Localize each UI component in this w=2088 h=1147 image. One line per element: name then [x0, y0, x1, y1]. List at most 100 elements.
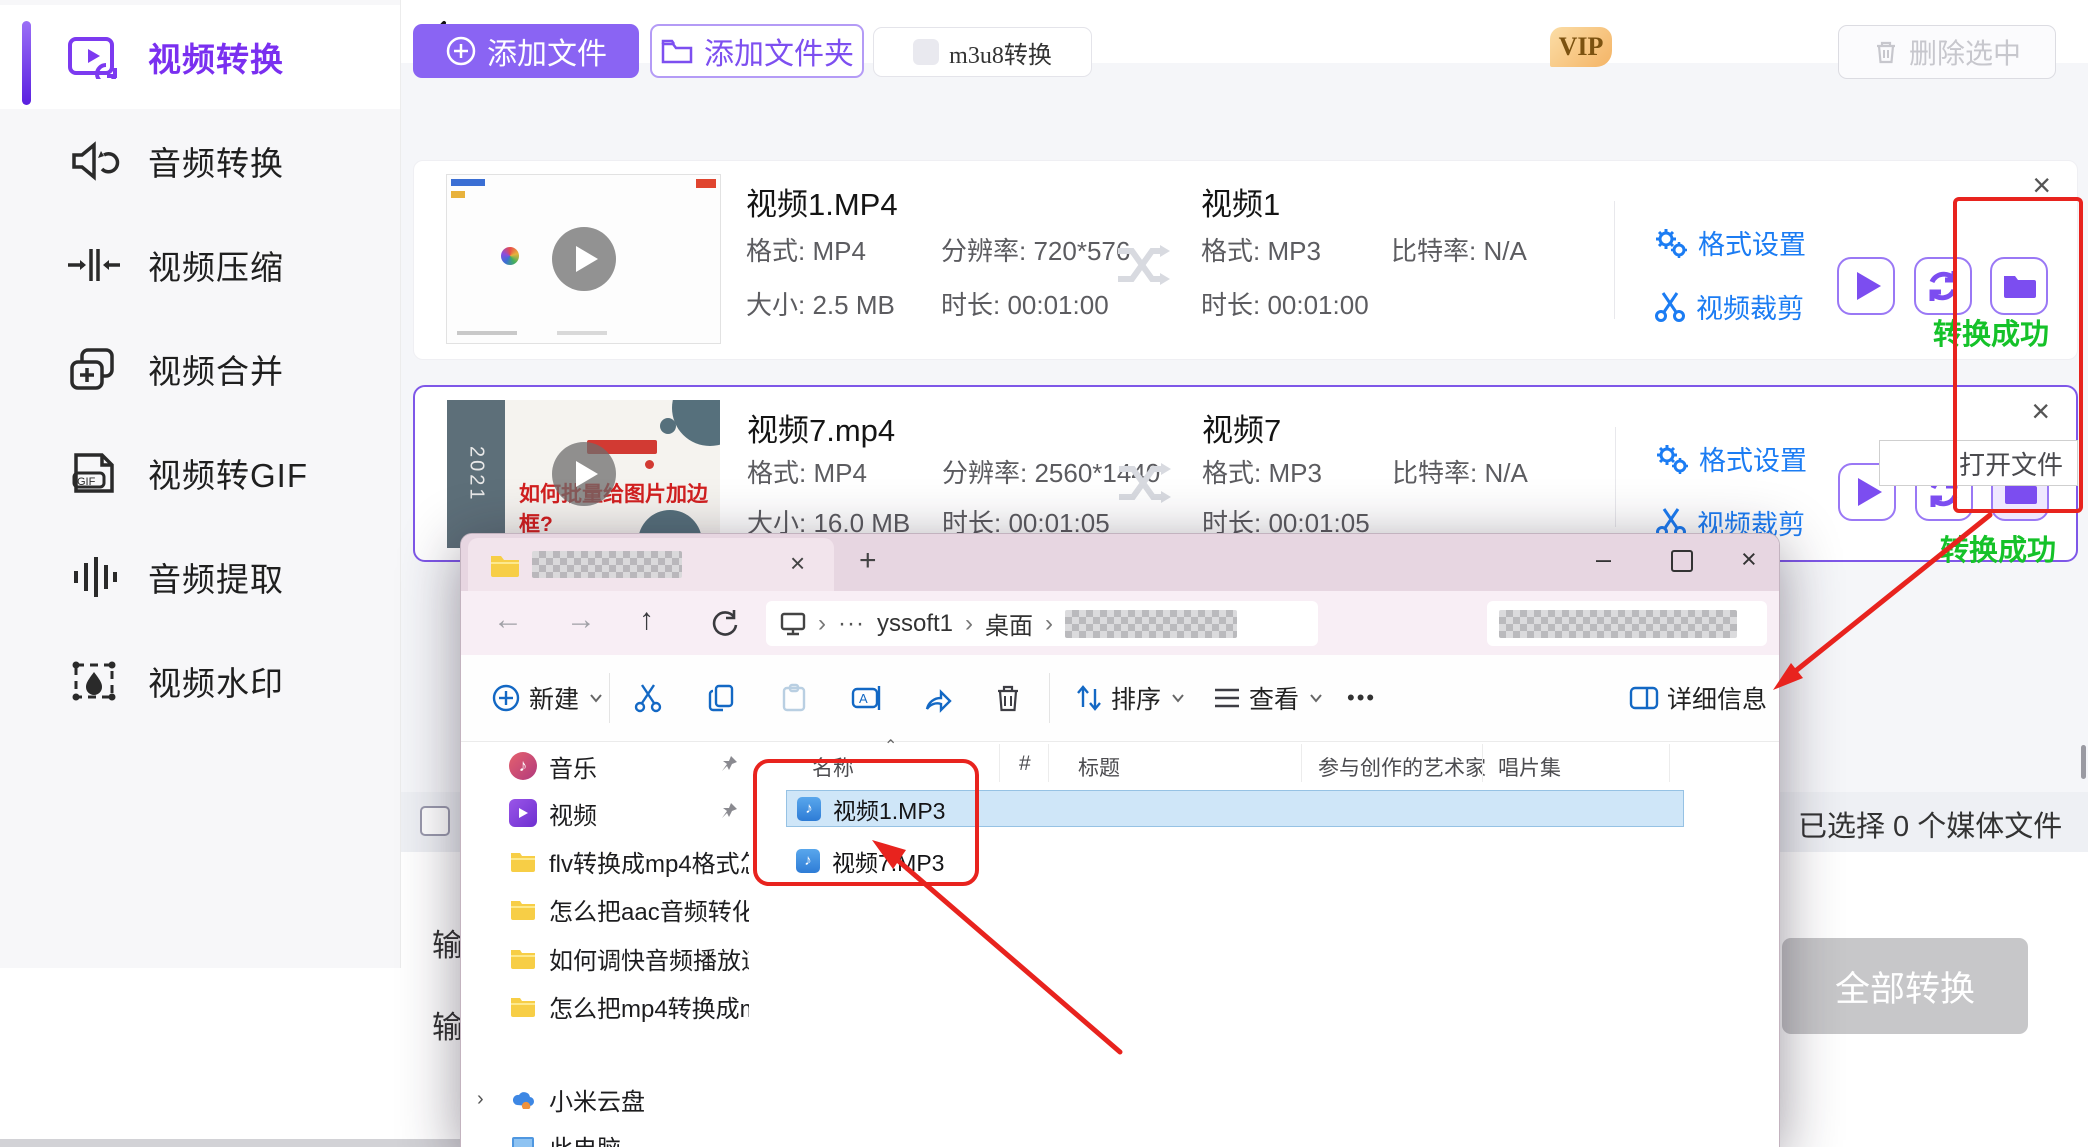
explorer-tab[interactable]: ×: [468, 538, 834, 591]
sidebar-item-label: 视频合并: [148, 353, 284, 390]
share-icon: [925, 689, 952, 713]
tree-item-this-pc[interactable]: ⌄ 此电脑: [461, 1124, 756, 1147]
delete-button[interactable]: [995, 655, 1021, 741]
thumbnail-play-icon[interactable]: [551, 227, 616, 291]
tree-item-cloud-drive[interactable]: › 小米云盘: [461, 1077, 756, 1121]
format-settings-link[interactable]: 格式设置: [1654, 223, 1806, 262]
annotation-rect-folder-buttons: [1953, 197, 2083, 513]
tab-close-icon[interactable]: ×: [790, 548, 805, 579]
sidebar-item-video-merge[interactable]: 视频合并: [0, 317, 400, 421]
thumb-decoration: [645, 460, 654, 469]
tab-title-redacted: [532, 551, 682, 578]
sidebar-item-video-convert[interactable]: 视频转换: [0, 5, 400, 109]
crumb-user[interactable]: yssoft1: [877, 610, 953, 638]
view-list-icon: [1215, 688, 1239, 708]
nav-forward-icon[interactable]: →: [566, 603, 596, 637]
paste-button[interactable]: [779, 655, 809, 741]
new-tab-icon[interactable]: +: [859, 544, 877, 578]
refresh-icon[interactable]: [709, 608, 739, 638]
tree-item-folder[interactable]: 怎么把mp4转换成mp3?: [461, 984, 756, 1028]
output-format: 格式: MP3: [1202, 458, 1322, 488]
nav-back-icon[interactable]: ←: [493, 603, 523, 637]
convert-all-button[interactable]: 全部转换: [1782, 938, 2028, 1034]
chevron-down-icon[interactable]: ⌄: [477, 1134, 494, 1147]
m3u8-label: m3u8转换: [949, 42, 1052, 69]
more-options-button[interactable]: •••: [1347, 655, 1376, 741]
view-button[interactable]: 查看: [1213, 655, 1323, 741]
folder-icon: [509, 847, 537, 875]
new-label: 新建: [529, 686, 580, 714]
output-duration: 时长: 00:01:00: [1201, 290, 1369, 320]
sidebar-item-video-watermark[interactable]: 视频水印: [0, 629, 400, 733]
folder-icon: [509, 895, 537, 923]
rename-button[interactable]: A: [851, 655, 883, 741]
file-explorer-window[interactable]: × + – × ← → ↑ › ··· yssoft1 › 桌面 › 新建 A …: [460, 533, 1780, 1147]
tree-item-music[interactable]: ♪ 音乐: [461, 744, 756, 788]
m3u8-convert-button[interactable]: m3u8转换 VIP: [873, 27, 1612, 77]
share-button[interactable]: [923, 655, 953, 741]
tree-item-folder[interactable]: 怎么把aac音频转化为mp3: [461, 887, 756, 931]
desktop-icon: [780, 612, 806, 635]
preview-play-button[interactable]: [1837, 257, 1895, 315]
svg-text:A: A: [859, 691, 868, 706]
search-input[interactable]: [1487, 601, 1767, 646]
video-crop-label: 视频裁剪: [1696, 294, 1804, 324]
source-thumbnail[interactable]: [446, 174, 721, 344]
minimize-icon[interactable]: –: [1596, 546, 1611, 573]
media-row-1[interactable]: 视频1.MP4 格式: MP4 分辨率: 720*576 大小: 2.5 MB …: [413, 160, 2078, 360]
maximize-icon[interactable]: [1671, 550, 1693, 572]
tree-item-folder[interactable]: 如何调快音频播放速度?: [461, 936, 756, 980]
explorer-titlebar[interactable]: × + – ×: [461, 534, 1779, 591]
chevron-down-icon: [1310, 694, 1322, 703]
add-file-label: 添加文件: [487, 38, 607, 71]
chevron-right-icon[interactable]: ›: [477, 1088, 484, 1111]
details-pane-button[interactable]: 详细信息: [1629, 655, 1767, 741]
add-folder-button[interactable]: 添加文件夹: [650, 24, 864, 78]
sidebar-item-label: 音频提取: [148, 561, 284, 598]
scrollbar-thumb[interactable]: [2081, 745, 2086, 779]
crumb-separator: ›: [965, 609, 974, 637]
crumb-desktop[interactable]: 桌面: [985, 606, 1033, 641]
source-filename: 视频1.MP4: [746, 187, 898, 222]
format-settings-link[interactable]: 格式设置: [1655, 439, 1807, 478]
sidebar-item-audio-convert[interactable]: 音频转换: [0, 109, 400, 213]
breadcrumb[interactable]: › ··· yssoft1 › 桌面 ›: [766, 601, 1318, 646]
details-pane-label: 详细信息: [1667, 686, 1768, 714]
sort-icon: [1077, 685, 1101, 711]
trash-icon: [1876, 41, 1895, 64]
copy-button[interactable]: [707, 655, 737, 741]
column-album[interactable]: 唱片集: [1498, 752, 1561, 782]
delete-selected-button[interactable]: 删除选中: [1838, 25, 2056, 79]
video-crop-link[interactable]: 视频裁剪: [1654, 287, 1804, 326]
pin-icon[interactable]: [719, 754, 739, 774]
search-text-redacted: [1499, 609, 1737, 638]
tree-item-videos[interactable]: 视频: [461, 791, 756, 835]
pin-icon[interactable]: [719, 801, 739, 821]
column-artists[interactable]: 参与创作的艺术家: [1318, 752, 1486, 782]
source-thumbnail[interactable]: 2021 如何批量给图片加边框?: [447, 400, 720, 548]
add-file-button[interactable]: 添加文件: [413, 24, 639, 78]
cut-button[interactable]: [633, 655, 663, 741]
folder-icon: [509, 944, 537, 972]
cut-icon: [634, 684, 662, 713]
close-icon[interactable]: ×: [1741, 546, 1757, 573]
column-title[interactable]: 标题: [1078, 752, 1120, 782]
sort-button[interactable]: 排序: [1075, 655, 1185, 741]
sidebar-item-video-to-gif[interactable]: GIF 视频转GIF: [0, 421, 400, 525]
sidebar-item-audio-extract[interactable]: 音频提取: [0, 525, 400, 629]
tree-item-folder[interactable]: flv转换成mp4格式怎么操作: [461, 839, 756, 883]
source-format: 格式: MP4: [747, 458, 867, 488]
select-all-checkbox[interactable]: [420, 806, 450, 836]
nav-up-icon[interactable]: ↑: [639, 603, 654, 637]
thumb-decoration: [696, 179, 716, 188]
conversion-status: 转换成功: [1940, 535, 2057, 567]
thumbnail-play-icon[interactable]: [551, 442, 616, 506]
new-button[interactable]: 新建: [491, 655, 603, 741]
crumb-ellipsis[interactable]: ···: [838, 610, 865, 638]
divider: [1614, 201, 1615, 319]
add-folder-label: 添加文件夹: [704, 38, 854, 71]
sidebar-item-video-compress[interactable]: 视频压缩: [0, 213, 400, 317]
format-settings-label: 格式设置: [1699, 446, 1807, 476]
column-number[interactable]: #: [1019, 752, 1031, 776]
scissors-icon: [1655, 291, 1685, 322]
